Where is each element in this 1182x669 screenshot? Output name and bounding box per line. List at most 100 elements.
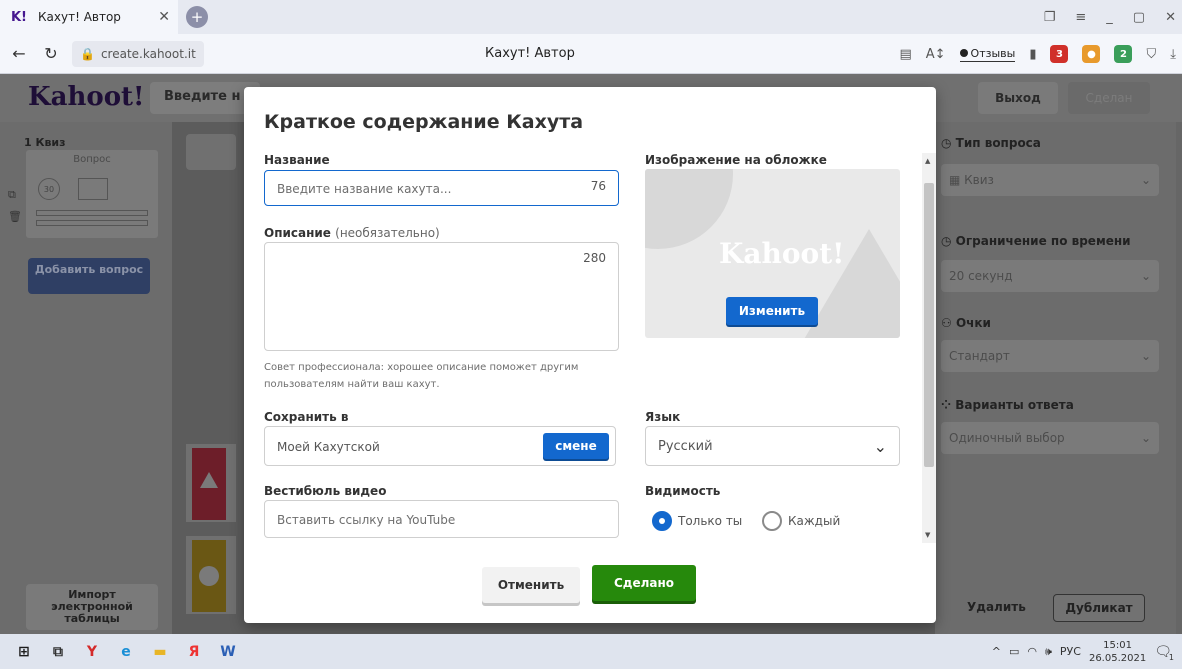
adblock-extension-icon[interactable]: 3 xyxy=(1050,45,1069,63)
sidebar-actions: ⧉ 🗑 xyxy=(8,184,22,228)
chevron-down-icon: ⌄ xyxy=(1140,173,1151,187)
visibility-only-me-radio[interactable]: Только ты xyxy=(652,511,742,531)
new-tab-button[interactable]: + xyxy=(186,6,208,28)
url-field[interactable]: 🔒 create.kahoot.it xyxy=(72,40,204,67)
reload-icon[interactable]: ↻ xyxy=(38,44,64,63)
yandex-browser-icon[interactable]: Y xyxy=(82,642,102,662)
description-char-counter: 280 xyxy=(583,251,606,265)
add-question-button[interactable]: Добавить вопрос xyxy=(28,258,150,294)
browser-tab[interactable]: K! Кахут! Автор ✕ xyxy=(0,0,178,34)
clock[interactable]: 15:01 26.05.2021 xyxy=(1089,639,1146,665)
circle-icon xyxy=(199,566,219,586)
change-folder-button[interactable]: смене xyxy=(543,433,609,459)
answer-options-select[interactable]: Одиночный выбор ⌄ xyxy=(941,422,1159,454)
feedback-icon xyxy=(959,48,968,57)
points-select[interactable]: Стандарт ⌄ xyxy=(941,340,1159,372)
extension-icon[interactable]: ● xyxy=(1082,45,1101,63)
scroll-down-icon[interactable]: ▼ xyxy=(925,531,930,539)
tab-close-icon[interactable]: ✕ xyxy=(158,9,170,25)
visibility-label: Видимость xyxy=(645,484,721,498)
answer-line xyxy=(36,210,148,216)
tab-title: Кахут! Автор xyxy=(38,10,121,24)
question-thumbnail[interactable]: Вопрос 30 xyxy=(26,150,158,238)
question-type-label: ◷ Тип вопроса xyxy=(941,136,1041,150)
tray-expand-icon[interactable]: ^ xyxy=(992,645,1001,658)
file-explorer-icon[interactable]: ▬ xyxy=(150,642,170,662)
wifi-icon[interactable]: ◠ xyxy=(1027,645,1037,658)
kahoot-summary-dialog: Краткое содержание Кахута Название Введи… xyxy=(244,87,936,623)
medal-icon: ⚇ xyxy=(941,316,956,330)
address-bar: ← ↻ 🔒 create.kahoot.it Кахут! Автор ▤ A↕… xyxy=(0,34,1182,74)
scrollbar-thumb[interactable] xyxy=(924,183,934,467)
kahoot-logo: Kahoot! xyxy=(28,82,145,112)
chevron-down-icon: ⌄ xyxy=(1140,269,1151,283)
description-textarea[interactable]: 280 xyxy=(264,242,619,351)
language-select[interactable]: Русский ⌄ xyxy=(645,426,900,466)
shield-extension-icon[interactable]: 2 xyxy=(1114,45,1133,63)
import-spreadsheet-button[interactable]: Импорт электронной таблицы xyxy=(26,584,158,630)
battery-icon[interactable]: ▭ xyxy=(1009,645,1019,658)
yandex-icon[interactable]: Я xyxy=(184,642,204,662)
settings-panel: ◷ Тип вопроса ▦ Квиз ⌄ ◷ Ограничение по … xyxy=(935,122,1182,634)
name-input[interactable]: Введите название кахута... 76 xyxy=(264,170,619,206)
page-scrollbar[interactable] xyxy=(1176,122,1182,634)
notifications-icon[interactable]: 🗨 1 xyxy=(1154,644,1174,662)
dialog-content: Название Введите название кахута... 76 О… xyxy=(244,153,936,543)
answer-1-tile[interactable] xyxy=(186,444,236,522)
question-sidebar: 1 Квиз Вопрос 30 ⧉ 🗑 Добавить вопрос Имп… xyxy=(0,122,172,634)
language-indicator[interactable]: РУС xyxy=(1060,645,1081,658)
duplicate-icon[interactable]: ⧉ xyxy=(8,184,22,206)
bookmark-icon[interactable]: ▮ xyxy=(1029,47,1036,62)
start-icon[interactable]: ⊞ xyxy=(14,642,34,662)
name-placeholder: Введите название кахута... xyxy=(277,182,452,196)
done-button[interactable]: Сделано xyxy=(592,565,696,601)
reader-icon[interactable]: ▤ xyxy=(899,47,911,62)
cover-image-label: Изображение на обложке xyxy=(645,153,827,167)
delete-button[interactable]: Удалить xyxy=(967,600,1026,614)
language-value: Русский xyxy=(658,438,713,454)
youtube-link-input[interactable]: Вставить ссылку на YouTube xyxy=(264,500,619,538)
quiz-number-label: 1 Квиз xyxy=(24,136,66,149)
quiz-icon: ▦ xyxy=(949,173,965,187)
time-badge: 30 xyxy=(38,178,60,200)
answer-3-tile[interactable] xyxy=(186,536,236,614)
back-icon[interactable]: ← xyxy=(6,44,32,63)
task-view-icon[interactable]: ⧉ xyxy=(48,642,68,662)
trash-icon[interactable]: 🗑 xyxy=(8,206,22,228)
system-tray: ^ ▭ ◠ 🕪 РУС 15:01 26.05.2021 🗨 1 xyxy=(992,634,1174,669)
save-to-value: Моей Кахутской xyxy=(277,440,380,454)
chevron-down-icon: ⌄ xyxy=(873,436,887,456)
youtube-placeholder: Вставить ссылку на YouTube xyxy=(277,513,456,527)
close-window-icon[interactable]: ✕ xyxy=(1165,10,1176,25)
exit-button[interactable]: Выход xyxy=(978,82,1058,114)
image-placeholder-icon xyxy=(78,178,108,200)
kahoot-favicon-icon: K! xyxy=(10,9,27,25)
dialog-title: Краткое содержание Кахута xyxy=(264,111,584,133)
cancel-button[interactable]: Отменить xyxy=(482,567,580,603)
question-type-icon: ◷ xyxy=(941,136,956,150)
time-limit-select[interactable]: 20 секунд ⌄ xyxy=(941,260,1159,292)
edge-icon[interactable]: e xyxy=(116,642,136,662)
restore-icon[interactable]: ▢ xyxy=(1133,10,1145,25)
cover-image[interactable]: Kahoot! Изменить xyxy=(645,169,900,338)
volume-icon[interactable]: 🕪 xyxy=(1045,645,1052,659)
collections-icon[interactable]: ❐ xyxy=(1044,10,1056,25)
change-cover-button[interactable]: Изменить xyxy=(726,297,818,325)
dialog-scrollbar[interactable]: ▲ ▼ xyxy=(922,153,936,543)
lobby-video-label: Вестибюль видео xyxy=(264,484,387,498)
scroll-up-icon[interactable]: ▲ xyxy=(925,157,930,165)
feedback-button[interactable]: Отзывы xyxy=(959,47,1016,62)
word-icon[interactable]: W xyxy=(218,642,238,662)
address-bar-tools: ▤ A↕ Отзывы ▮ 3 ● 2 ⛉ ⤓ xyxy=(899,34,1176,74)
menu-icon[interactable]: ≡ xyxy=(1075,10,1086,25)
header-done-button[interactable]: Сделан xyxy=(1068,82,1150,114)
url-text: create.kahoot.it xyxy=(100,46,196,61)
visibility-everyone-radio[interactable]: Каждый xyxy=(762,511,840,531)
question-type-select[interactable]: ▦ Квиз ⌄ xyxy=(941,164,1159,196)
download-icon[interactable]: ⤓ xyxy=(1170,47,1176,62)
minimize-icon[interactable]: _ xyxy=(1106,10,1113,25)
name-char-counter: 76 xyxy=(590,179,606,193)
duplicate-button[interactable]: Дубликат xyxy=(1053,594,1145,622)
protect-icon[interactable]: ⛉ xyxy=(1146,47,1156,62)
translate-icon[interactable]: A↕ xyxy=(926,47,946,62)
